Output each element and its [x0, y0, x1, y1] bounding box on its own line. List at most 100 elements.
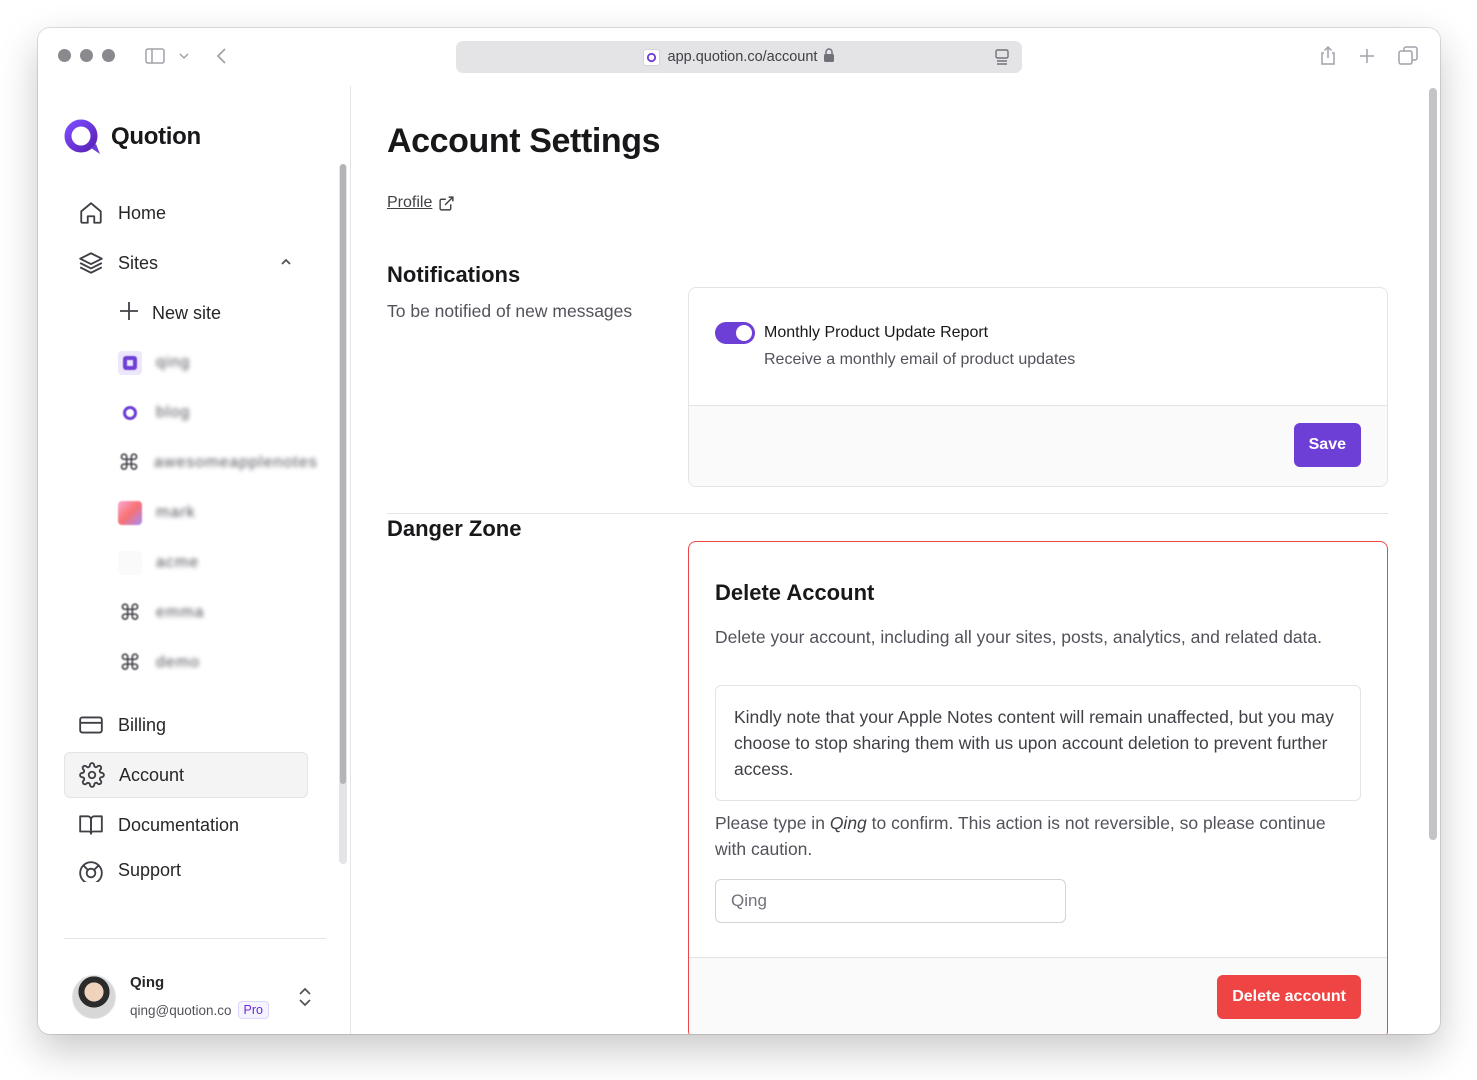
option-description: Receive a monthly email of product updat… [764, 351, 1076, 368]
sidebar-toggle-icon[interactable] [143, 44, 167, 68]
site-logo-icon [118, 401, 142, 425]
sidebar-item-sites[interactable]: Sites [64, 240, 308, 286]
site-item[interactable]: qing [64, 340, 308, 386]
sidebar-item-home[interactable]: Home [64, 190, 308, 236]
sidebar-item-documentation[interactable]: Documentation [64, 802, 308, 848]
gear-icon [79, 762, 105, 788]
site-name: acme [156, 554, 200, 571]
sidebar-item-label: Support [118, 860, 182, 880]
site-item[interactable]: mark [64, 490, 308, 536]
new-tab-icon[interactable] [1355, 44, 1379, 68]
share-icon[interactable] [1316, 44, 1340, 68]
main-content: Account Settings Profile Notifications T… [352, 86, 1426, 1034]
chevron-up-icon[interactable] [278, 254, 294, 275]
option-title: Monthly Product Update Report [764, 324, 989, 341]
site-item[interactable]: ⌘ awesomeapplenotes [64, 440, 317, 486]
layers-icon [78, 250, 104, 276]
confirm-name-input[interactable] [715, 879, 1066, 923]
delete-account-button[interactable]: Delete account [1217, 975, 1361, 1019]
site-item[interactable]: ⌘ demo [64, 640, 308, 686]
zoom-window-button[interactable] [102, 49, 115, 62]
notifications-card: Monthly Product Update Report Receive a … [688, 287, 1388, 487]
card-footer: Delete account [689, 957, 1387, 1034]
confirm-name: Qing [829, 813, 867, 833]
danger-zone-title: Danger Zone [387, 516, 522, 541]
book-icon [78, 812, 104, 838]
home-icon [78, 200, 104, 226]
site-name: demo [156, 654, 201, 671]
save-button[interactable]: Save [1293, 423, 1361, 467]
card-footer: Save [689, 405, 1387, 486]
delete-account-title: Delete Account [715, 580, 875, 605]
credit-card-icon [78, 712, 104, 738]
site-blank-icon [118, 551, 142, 575]
sidebar-item-billing[interactable]: Billing [64, 702, 308, 748]
lifebuoy-icon [78, 860, 104, 882]
command-icon: ⌘ [119, 600, 141, 625]
url-text: app.quotion.co/account [667, 49, 818, 65]
new-site-button[interactable]: New site [64, 290, 308, 336]
reader-mode-icon[interactable] [994, 48, 1010, 70]
sidebar-divider [64, 938, 326, 939]
delete-account-description: Delete your account, including all your … [715, 627, 1323, 647]
browser-toolbar: app.quotion.co/account [38, 28, 1440, 86]
minimize-window-button[interactable] [80, 49, 93, 62]
sidebar: Quotion Home Sites New site qing blog ⌘ … [38, 86, 351, 1034]
monthly-report-toggle[interactable] [715, 322, 755, 344]
site-name: qing [156, 354, 191, 371]
chevron-up-down-icon[interactable] [296, 986, 314, 1013]
user-menu[interactable]: Qing qing@quotion.co Pro [72, 974, 312, 1019]
profile-link-label: Profile [387, 194, 433, 211]
apple-notes-notice: Kindly note that your Apple Notes conten… [715, 685, 1361, 801]
confirm-instruction: Please type in Qing to confirm. This act… [715, 810, 1355, 862]
address-bar[interactable]: app.quotion.co/account [456, 41, 1022, 73]
browser-window: app.quotion.co/account Quotion Home Site… [38, 28, 1440, 1034]
page-title: Account Settings [387, 122, 661, 160]
close-window-button[interactable] [58, 49, 71, 62]
window-controls[interactable] [58, 49, 115, 62]
new-site-label: New site [152, 302, 222, 323]
chevron-down-icon[interactable] [176, 44, 192, 68]
confirm-prefix: Please type in [715, 813, 825, 833]
user-name: Qing [130, 974, 165, 991]
tab-overview-icon[interactable] [1396, 44, 1420, 68]
site-item[interactable]: blog [64, 390, 308, 436]
sidebar-item-label: Sites [118, 252, 159, 273]
avatar [72, 974, 116, 1019]
sidebar-scrollbar[interactable] [339, 164, 347, 864]
sidebar-item-label: Billing [118, 714, 167, 735]
external-link-icon [438, 195, 455, 212]
quotion-logo-icon [64, 119, 100, 154]
site-square-icon [118, 351, 142, 375]
main-scrollbar-thumb[interactable] [1429, 88, 1437, 840]
profile-link[interactable]: Profile [387, 194, 455, 212]
sidebar-item-label: Documentation [118, 814, 240, 835]
site-gradient-icon [118, 501, 142, 525]
user-email: qing@quotion.co [130, 1002, 232, 1018]
sidebar-item-account[interactable]: Account [64, 752, 308, 798]
user-email-row: qing@quotion.co Pro [130, 1001, 269, 1019]
plus-icon [118, 300, 140, 327]
site-favicon-icon [642, 48, 660, 66]
site-name: mark [156, 504, 196, 521]
command-icon: ⌘ [119, 650, 141, 675]
site-item[interactable]: acme [64, 540, 308, 586]
sidebar-scrollbar-thumb[interactable] [340, 164, 346, 784]
site-item[interactable]: ⌘ emma [64, 590, 308, 636]
site-name: blog [156, 404, 191, 421]
site-name: awesomeapplenotes [154, 454, 318, 471]
brand-logo[interactable]: Quotion [63, 118, 201, 156]
back-arrow-icon[interactable] [210, 44, 234, 68]
notifications-title: Notifications [387, 262, 521, 287]
user-info: Qing qing@quotion.co Pro [130, 974, 269, 1019]
sidebar-item-support[interactable]: Support [64, 852, 308, 882]
sidebar-item-label: Account [119, 764, 185, 785]
notifications-description: To be notified of new messages [387, 301, 633, 321]
plan-badge: Pro [237, 1001, 269, 1019]
command-icon: ⌘ [118, 450, 140, 475]
delete-account-card: Delete Account Delete your account, incl… [688, 541, 1388, 1034]
site-name: emma [156, 604, 205, 621]
section-divider [387, 513, 1388, 514]
main-scrollbar[interactable] [1426, 86, 1440, 1034]
